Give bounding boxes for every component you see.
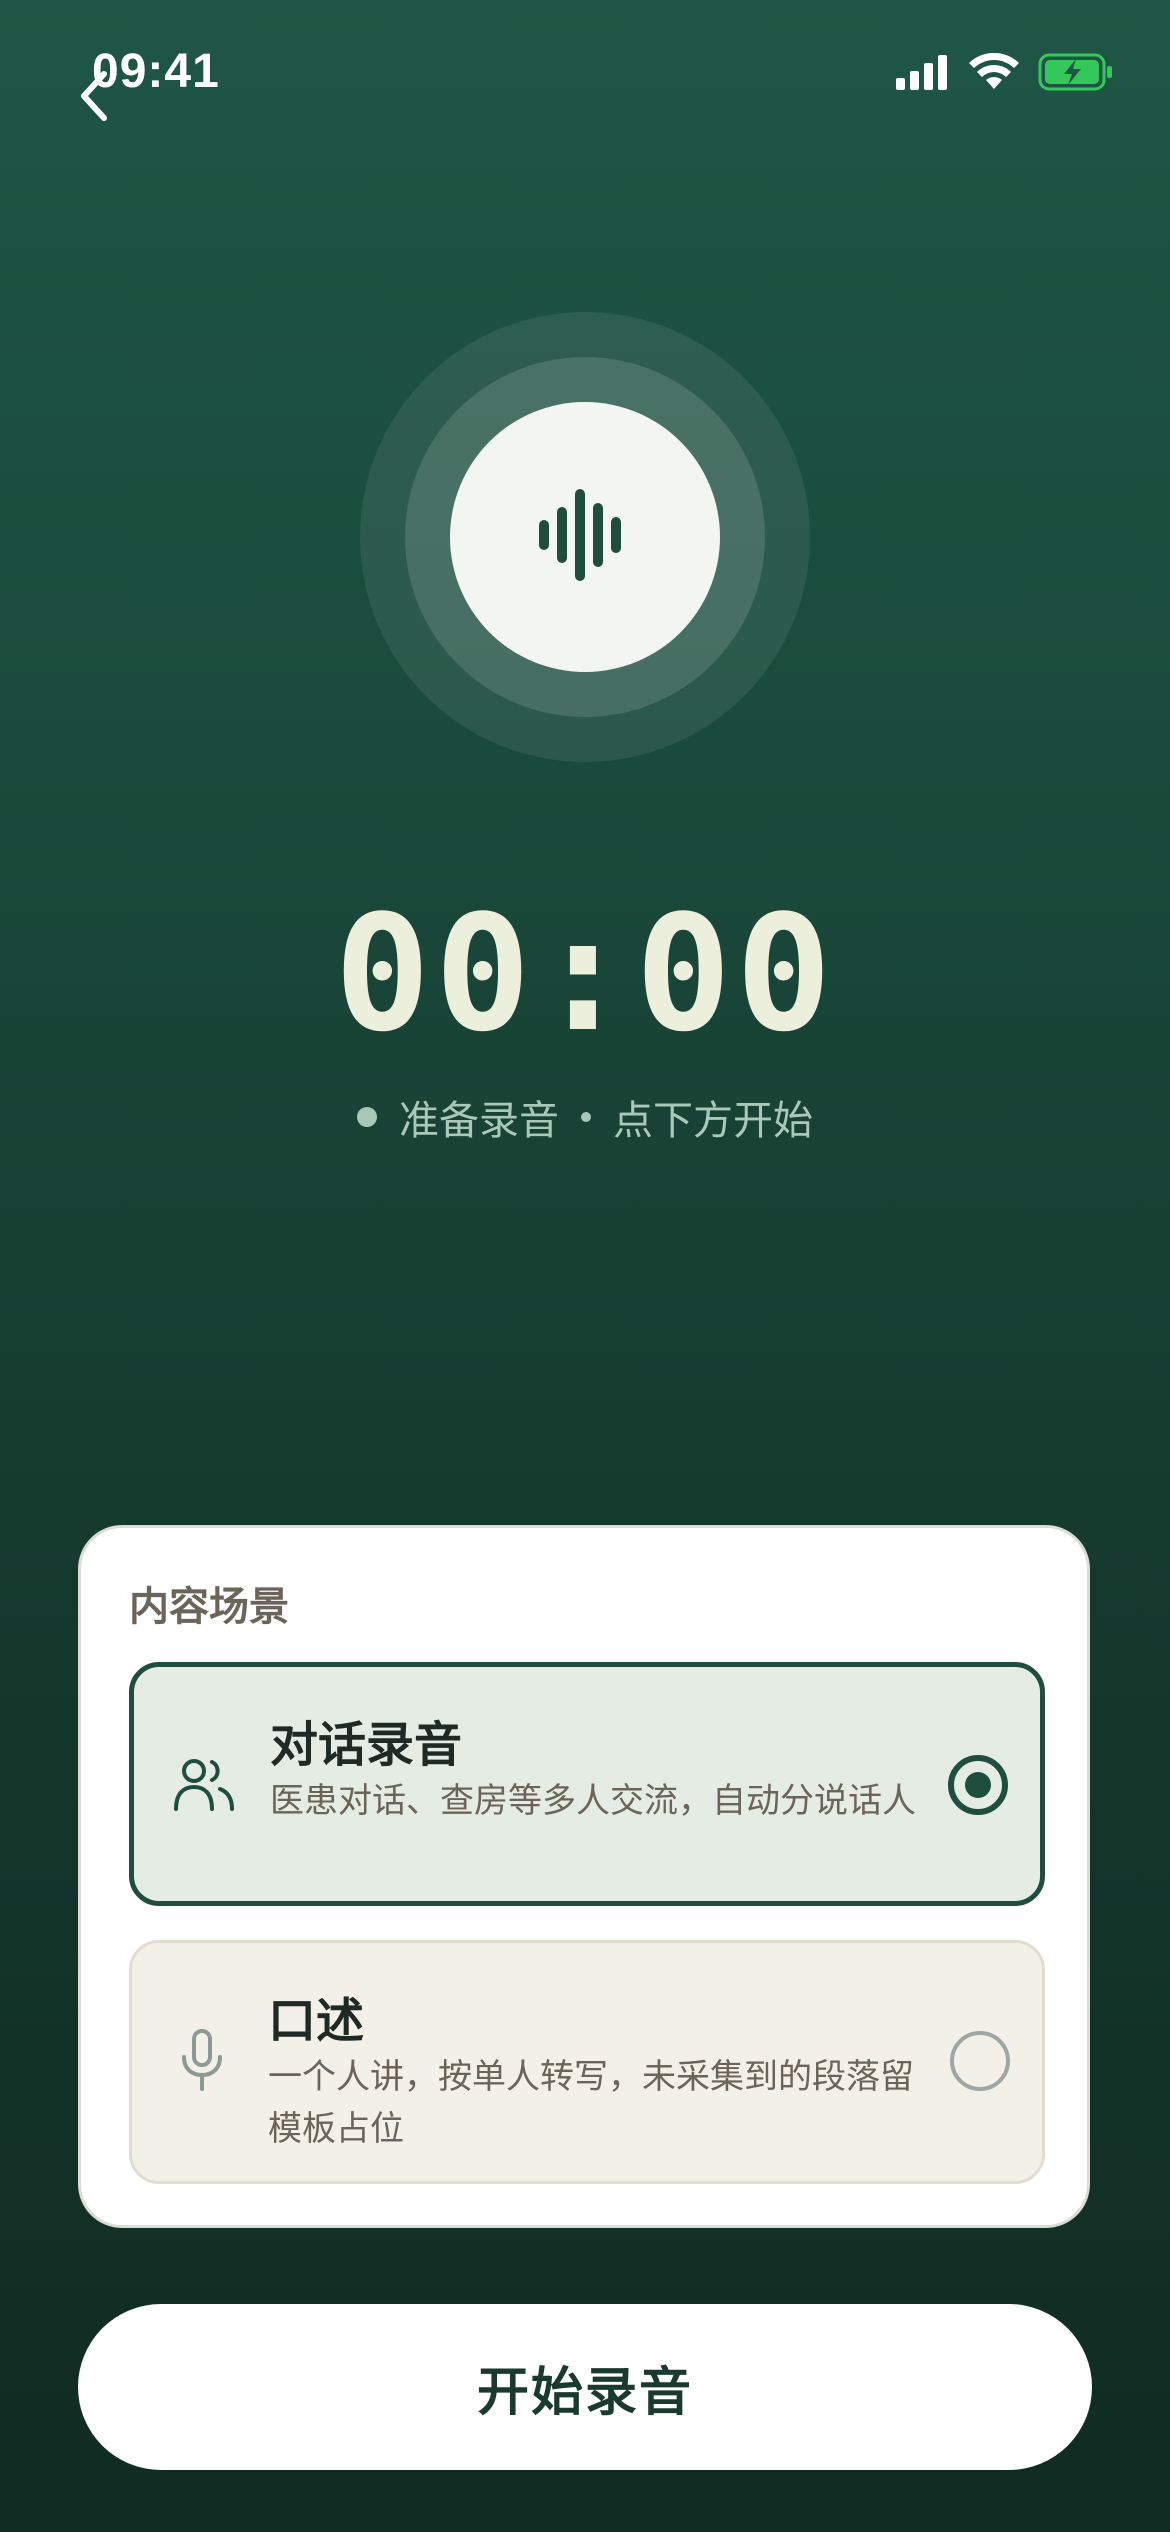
record-timer: 00:00: [334, 880, 836, 1067]
microphone-icon: [168, 2027, 236, 2095]
status-dot: [357, 1107, 377, 1127]
record-circle[interactable]: [450, 402, 720, 672]
waveform-icon: [535, 485, 635, 589]
record-status: 准备录音 点下方开始: [0, 1088, 1170, 1146]
option-description: 医患对话、查房等多人交流，自动分说话人: [270, 1781, 916, 1821]
status-icons: [896, 50, 1114, 98]
start-recording-button[interactable]: 开始录音: [78, 2304, 1092, 2470]
option-title: 口述: [268, 1993, 365, 2049]
status-primary-text: 准备录音: [399, 1098, 559, 1144]
status-secondary-text: 点下方开始: [613, 1098, 813, 1144]
option-description: 一个人讲，按单人转写，未采集到的段落留模板占位: [268, 2057, 914, 2149]
separator-dot: [581, 1112, 591, 1122]
scene-option-dictation[interactable]: 口述 一个人讲，按单人转写，未采集到的段落留模板占位: [129, 1940, 1045, 2184]
option-title: 对话录音: [270, 1717, 463, 1773]
scene-option-dialogue[interactable]: 对话录音 医患对话、查房等多人交流，自动分说话人: [129, 1662, 1045, 1906]
back-button[interactable]: [76, 66, 116, 126]
scene-title: 内容场景: [129, 1584, 289, 1630]
wifi-icon: [968, 52, 1020, 95]
users-icon: [170, 1751, 238, 1819]
signal-icon: [896, 54, 950, 94]
radio-selected[interactable]: [948, 1755, 1008, 1815]
battery-charging-icon: [1038, 53, 1114, 95]
scene-card: 内容场景 对话录音 医患对话、查房等多人交流，自动分说话人 口述 一个人讲，按单…: [78, 1525, 1090, 2228]
chevron-left-icon: [76, 71, 116, 130]
status-bar: 09:41: [0, 0, 1170, 140]
record-indicator: [360, 312, 810, 762]
radio-unselected[interactable]: [950, 2031, 1010, 2091]
